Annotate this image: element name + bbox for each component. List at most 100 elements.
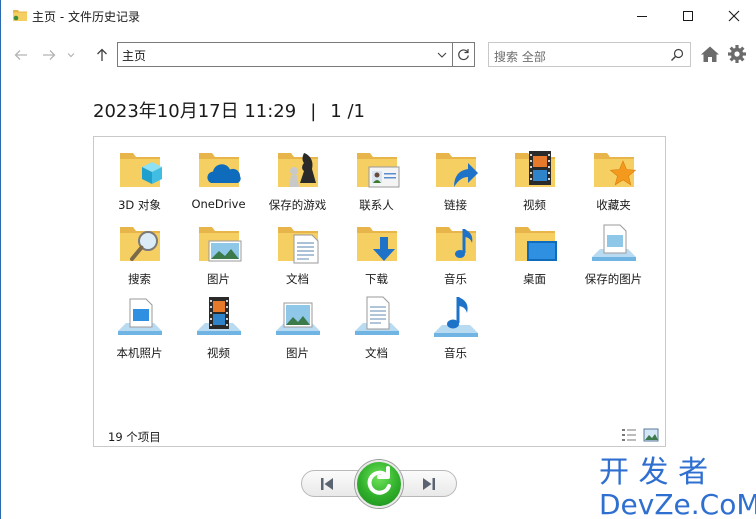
window-title: 主页 - 文件历史记录 bbox=[32, 10, 140, 24]
list-item[interactable]: 图片 bbox=[258, 293, 337, 367]
folder-3d-objects-icon bbox=[119, 153, 162, 187]
arrow-left-icon bbox=[14, 50, 27, 60]
forward-button[interactable] bbox=[39, 44, 59, 66]
details-view-icon[interactable] bbox=[621, 428, 637, 442]
arrow-up-icon bbox=[97, 48, 107, 61]
folder-videos-icon bbox=[514, 151, 555, 187]
gear-icon[interactable] bbox=[727, 44, 747, 64]
item-label: 音乐 bbox=[444, 272, 467, 286]
folder-contacts-icon bbox=[356, 153, 399, 188]
date-separator: | bbox=[310, 101, 317, 122]
skip-next-icon[interactable] bbox=[417, 474, 441, 494]
list-item[interactable]: 桌面 bbox=[495, 219, 574, 293]
folder-favorites-icon bbox=[593, 153, 636, 187]
item-label: 文档 bbox=[365, 346, 388, 360]
item-label: 3D 对象 bbox=[118, 198, 161, 212]
title-bar: 主页 - 文件历史记录 bbox=[1, 0, 756, 32]
restore-button[interactable] bbox=[355, 460, 403, 508]
library-videos-icon bbox=[196, 297, 241, 335]
list-item[interactable]: 保存的游戏 bbox=[258, 145, 337, 219]
folder-pictures-icon bbox=[198, 227, 241, 262]
list-item[interactable]: 保存的图片 bbox=[574, 219, 653, 293]
address-dropdown-button[interactable] bbox=[432, 43, 452, 66]
item-label: 下载 bbox=[365, 272, 388, 286]
playback-controls bbox=[301, 460, 457, 508]
list-item[interactable]: 链接 bbox=[416, 145, 495, 219]
close-icon bbox=[728, 10, 740, 22]
search-icon[interactable] bbox=[670, 48, 684, 62]
maximize-button[interactable] bbox=[665, 0, 711, 32]
up-button[interactable] bbox=[92, 44, 112, 66]
list-item[interactable]: 联系人 bbox=[337, 145, 416, 219]
watermark-line2: DevZe.CoM bbox=[599, 488, 756, 519]
backup-datetime: 2023年10月17日 11:29 bbox=[93, 101, 297, 122]
folder-desktop-icon bbox=[514, 227, 557, 261]
list-item[interactable]: 搜索 bbox=[100, 219, 179, 293]
back-button[interactable] bbox=[11, 44, 31, 66]
list-item[interactable]: 本机照片 bbox=[100, 293, 179, 367]
page-indicator: 1 /1 bbox=[330, 101, 365, 122]
list-item[interactable]: 图片 bbox=[179, 219, 258, 293]
folder-onedrive-icon bbox=[198, 153, 241, 187]
item-label: 搜索 bbox=[128, 272, 151, 286]
item-label: 联系人 bbox=[359, 198, 394, 212]
watermark-logo: 开 发 者 DevZe.CoM bbox=[599, 455, 756, 519]
item-label: 音乐 bbox=[444, 346, 467, 360]
watermark-line1: 开 发 者 bbox=[599, 455, 708, 490]
minimize-icon bbox=[637, 16, 647, 17]
item-label: 桌面 bbox=[523, 272, 546, 286]
list-item[interactable]: 3D 对象 bbox=[100, 145, 179, 219]
list-item[interactable]: 视频 bbox=[495, 145, 574, 219]
library-pictures-icon bbox=[275, 302, 320, 335]
library-saved-pictures-icon bbox=[591, 224, 636, 261]
item-count-status: 19 个项目 bbox=[108, 430, 161, 444]
library-music-icon bbox=[433, 297, 478, 337]
list-item[interactable]: 文档 bbox=[337, 293, 416, 367]
arrow-right-icon bbox=[43, 50, 56, 60]
item-label: 视频 bbox=[207, 346, 230, 360]
list-item[interactable]: 收藏夹 bbox=[574, 145, 653, 219]
recent-locations-button[interactable] bbox=[64, 44, 78, 66]
item-label: 文档 bbox=[286, 272, 309, 286]
item-label: 收藏夹 bbox=[596, 198, 631, 212]
items-grid: 3D 对象 OneDrive 保存的游戏 联系人 链接 视频 收藏夹 搜索 图片… bbox=[100, 145, 660, 367]
minimize-button[interactable] bbox=[619, 0, 665, 32]
search-box[interactable]: 搜索 全部 bbox=[488, 42, 691, 67]
home-icon[interactable] bbox=[700, 45, 720, 63]
item-label: 保存的图片 bbox=[584, 272, 643, 286]
file-history-app-icon bbox=[13, 10, 27, 21]
large-icons-view-icon[interactable] bbox=[643, 428, 659, 442]
close-button[interactable] bbox=[711, 0, 756, 32]
backup-contents-panel: 3D 对象 OneDrive 保存的游戏 联系人 链接 视频 收藏夹 搜索 图片… bbox=[93, 136, 666, 447]
item-label: OneDrive bbox=[191, 197, 246, 211]
library-camera-roll-icon bbox=[117, 298, 162, 335]
file-history-window: 主页 - 文件历史记录 主页 搜索 全部 2023年10月17日 11:29 |… bbox=[0, 0, 756, 519]
list-item[interactable]: 下载 bbox=[337, 219, 416, 293]
refresh-button[interactable] bbox=[452, 43, 474, 66]
search-placeholder: 搜索 全部 bbox=[494, 50, 546, 64]
list-item[interactable]: 视频 bbox=[179, 293, 258, 367]
address-bar[interactable]: 主页 bbox=[117, 42, 475, 67]
folder-music-icon bbox=[435, 227, 476, 261]
item-label: 本机照片 bbox=[116, 346, 163, 360]
item-label: 链接 bbox=[444, 198, 467, 212]
list-item[interactable]: 音乐 bbox=[416, 219, 495, 293]
list-item[interactable]: OneDrive bbox=[179, 145, 258, 219]
list-item[interactable]: 音乐 bbox=[416, 293, 495, 367]
maximize-icon bbox=[683, 11, 693, 21]
backup-date-line: 2023年10月17日 11:29 | 1 /1 bbox=[93, 97, 365, 123]
list-item[interactable]: 文档 bbox=[258, 219, 337, 293]
item-label: 图片 bbox=[207, 272, 230, 286]
item-label: 图片 bbox=[286, 346, 309, 360]
folder-searches-icon bbox=[119, 227, 160, 261]
item-label: 保存的游戏 bbox=[268, 198, 327, 212]
skip-previous-icon[interactable] bbox=[315, 474, 339, 494]
folder-saved-games-icon bbox=[277, 153, 318, 187]
refresh-icon bbox=[458, 49, 469, 61]
chevron-down-icon bbox=[67, 53, 75, 58]
folder-downloads-icon bbox=[356, 227, 397, 261]
library-documents-icon bbox=[354, 296, 399, 335]
restore-icon bbox=[367, 466, 391, 495]
item-label: 视频 bbox=[523, 198, 546, 212]
folder-links-icon bbox=[435, 153, 478, 187]
